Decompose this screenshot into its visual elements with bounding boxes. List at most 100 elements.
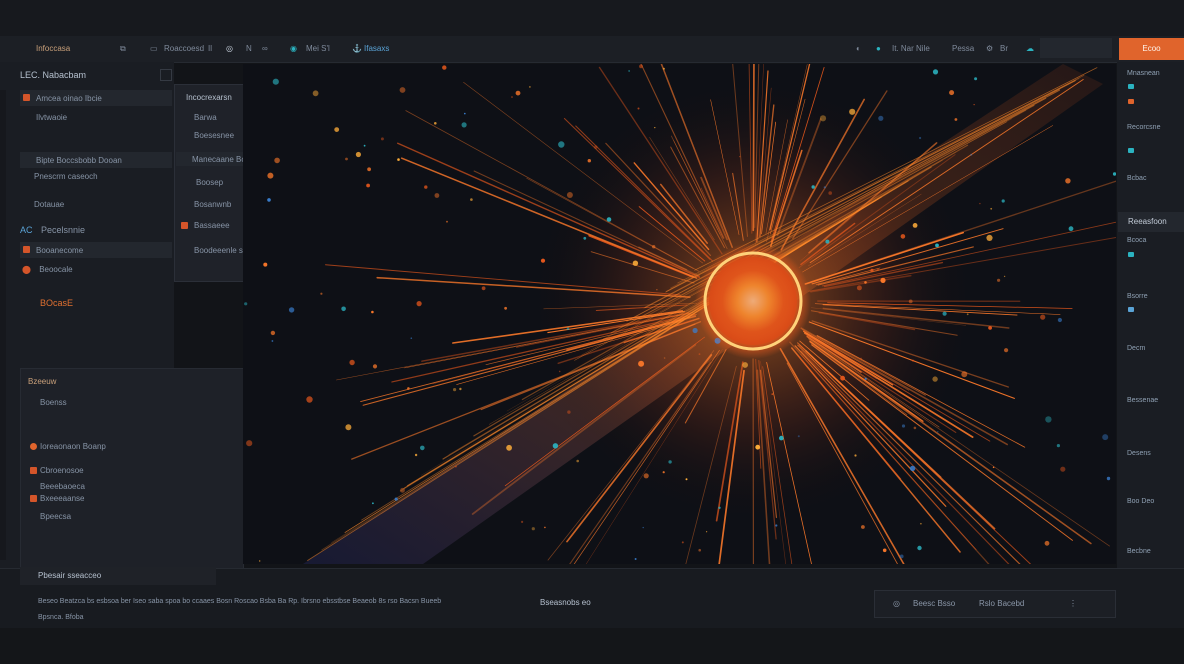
rp-item-3[interactable]: Bcbac	[1127, 175, 1146, 182]
rp-item-11[interactable]: Becbne	[1127, 548, 1151, 555]
rp-item-5[interactable]: Bcoca	[1127, 237, 1146, 244]
menu-right-1[interactable]: It. Nar Nile	[892, 44, 930, 53]
layers-item-1[interactable]: Boenss	[40, 398, 67, 407]
main-canvas[interactable]	[243, 64, 1116, 564]
menu-item-2[interactable]: Il	[208, 44, 212, 53]
particle	[446, 220, 448, 223]
rp-item-7[interactable]: Decm	[1127, 345, 1145, 352]
particle	[988, 326, 992, 330]
layers-item-2[interactable]: Ioreaonaon Boanp	[40, 442, 106, 451]
particle	[1001, 199, 1005, 203]
dropdown-item-4[interactable]: Boosep	[196, 178, 223, 187]
particle	[1045, 416, 1052, 423]
particle	[341, 306, 346, 312]
rp-teal-icon	[1128, 148, 1134, 153]
particle	[632, 260, 639, 266]
layer-dot-icon	[30, 467, 37, 474]
rp-item-6[interactable]: Bsorre	[1127, 293, 1148, 300]
dropdown-item-5[interactable]: Bosanwnb	[194, 200, 231, 209]
sidebar-item-active-1[interactable]: Amcea oinao Ibcie	[20, 90, 172, 106]
particle	[424, 185, 428, 189]
anchor-icon[interactable]: ⚓	[352, 44, 362, 53]
particle	[1106, 476, 1111, 481]
sidebar-item-2[interactable]: Ilvtwaoie	[36, 113, 67, 122]
particle	[637, 107, 640, 110]
layers-item-6[interactable]: Bpeecsa	[40, 512, 71, 521]
sync-icon[interactable]: ◎	[226, 44, 233, 53]
sidebar-item-label: Booanecome	[36, 246, 84, 255]
particle	[531, 527, 535, 531]
menu-right-2[interactable]: Pessa	[952, 44, 974, 53]
particle	[366, 183, 370, 188]
dropdown-title: Incocrexarsn	[186, 93, 232, 102]
particle	[455, 465, 457, 468]
particle	[639, 64, 643, 69]
dropdown-item-1[interactable]: Barwa	[194, 113, 217, 122]
particle	[779, 435, 784, 441]
cloud-icon[interactable]: ☁	[1026, 44, 1034, 53]
sidebar-item-9[interactable]: BOcasE	[40, 298, 73, 308]
export-button[interactable]: Ecoo	[1119, 38, 1184, 60]
rp-teal-icon	[1128, 84, 1134, 89]
dropdown-item-6[interactable]: Bassaeee	[194, 221, 230, 230]
particle	[775, 524, 778, 527]
particle	[819, 115, 827, 122]
view-icon[interactable]: ◐	[856, 44, 861, 53]
search-box[interactable]	[1040, 38, 1112, 58]
bottom-target-icon[interactable]: ◎	[893, 599, 900, 608]
settings-icon[interactable]: ⚙	[986, 44, 993, 53]
particle	[576, 459, 579, 463]
sidebar-item-6[interactable]: AC Pecelsnnie	[20, 225, 85, 235]
dropdown-item-2[interactable]: Boesesnee	[194, 131, 234, 140]
sidebar-item-active-2[interactable]: Bipte Boccsbobb Dooan	[20, 152, 172, 168]
menu-item-5[interactable]: Ifasaxs	[364, 44, 389, 53]
menu-item-1[interactable]: ▭	[150, 44, 158, 53]
sidebar-item-active-3[interactable]: Booanecome	[20, 242, 172, 258]
layers-item-3[interactable]: Cbroenosoe	[40, 466, 84, 475]
chat-icon[interactable]: ◉	[290, 44, 297, 53]
bottom-button-b[interactable]: Rslo Bacebd	[979, 599, 1024, 608]
particle	[856, 285, 862, 291]
particle	[1003, 275, 1006, 278]
menu-file-icon[interactable]: ⧉	[120, 44, 126, 54]
rp-input-field[interactable]: Reeasfoon	[1118, 212, 1184, 232]
sidebar-item-8[interactable]: ⬤ Beoocale	[22, 265, 73, 274]
rp-item-2[interactable]: Recorcsne	[1127, 124, 1160, 131]
rp-item-10[interactable]: Boo Deo	[1127, 498, 1154, 505]
particle	[312, 90, 319, 97]
menu-item-3[interactable]: N	[246, 44, 252, 53]
menu-item-recent[interactable]: Roaccoesd	[164, 44, 204, 53]
bottom-button-a[interactable]: Beesc Bsso	[913, 599, 955, 608]
particle	[825, 239, 830, 244]
console-tab[interactable]: Pbesair sseacceo	[20, 567, 216, 585]
particle	[434, 122, 437, 125]
menu-item-4[interactable]: Mei S'l	[306, 44, 330, 53]
particle	[552, 443, 559, 449]
particle	[797, 435, 800, 438]
sidebar-item-label: Pecelsnnie	[41, 225, 86, 235]
bottom-menu-icon[interactable]: ⋮	[1069, 599, 1077, 608]
rp-item-9[interactable]: Desens	[1127, 450, 1151, 457]
particle	[909, 465, 916, 472]
link-icon[interactable]: ∞	[262, 44, 268, 53]
particle	[643, 473, 649, 479]
sidebar-collapse-icon[interactable]	[160, 69, 172, 81]
sidebar-item-5[interactable]: Dotauae	[34, 200, 64, 209]
particle	[932, 69, 939, 75]
status-icon[interactable]: ●	[876, 44, 881, 53]
rp-item-1[interactable]: Mnasnean	[1127, 70, 1160, 77]
particle	[864, 281, 867, 284]
particle	[363, 144, 366, 147]
particle	[367, 167, 371, 172]
particle	[935, 243, 939, 248]
particle	[876, 268, 879, 271]
starburst-artwork	[243, 64, 1116, 564]
particle	[900, 234, 906, 239]
rp-item-8[interactable]: Bessenae	[1127, 397, 1158, 404]
particle	[823, 186, 826, 189]
layers-item-5[interactable]: Bxeeeaanse	[40, 494, 84, 503]
sidebar-item-4[interactable]: Pnescrm caseoch	[34, 172, 98, 181]
menu-right-3[interactable]: Br	[1000, 44, 1008, 53]
layers-item-4[interactable]: Beeebaoeca	[40, 482, 85, 491]
particle	[464, 112, 466, 115]
